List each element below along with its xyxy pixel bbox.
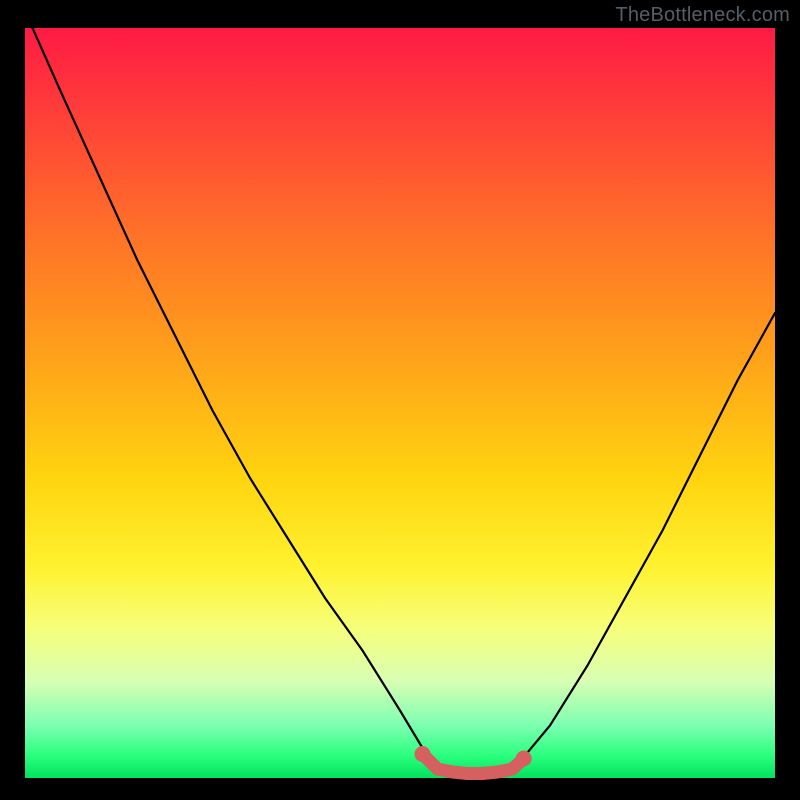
bottleneck-curve-svg (25, 28, 775, 778)
valley-bead-strip (423, 754, 524, 774)
valley-bead-left-end (415, 746, 431, 762)
valley-bead-right-end (516, 751, 532, 767)
bottleneck-curve (33, 28, 776, 774)
chart-plot-area (25, 28, 775, 778)
attribution-text: TheBottleneck.com (615, 4, 790, 27)
